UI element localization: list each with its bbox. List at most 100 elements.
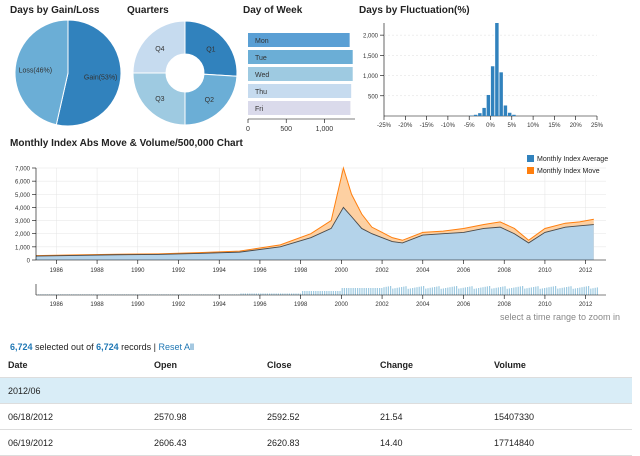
col-close-header[interactable]: Close xyxy=(259,352,372,378)
fluct-y-tick-label: 500 xyxy=(368,94,379,100)
weekday-bar-label: Tue xyxy=(255,55,267,62)
monthly-x-tick-label: 1988 xyxy=(90,268,104,274)
volume-bar xyxy=(443,288,444,295)
range-hint: select a time range to zoom in xyxy=(500,312,620,322)
cell-close: 2592.52 xyxy=(259,404,372,430)
table-row[interactable]: 06/19/2012 2606.43 2620.83 14.40 1771484… xyxy=(0,430,632,456)
volume-bar xyxy=(324,291,325,295)
volume-bar xyxy=(496,288,497,295)
range-x-tick-label: 1988 xyxy=(90,302,104,308)
col-volume-header[interactable]: Volume xyxy=(486,352,632,378)
volume-bar xyxy=(377,288,378,295)
volume-bar xyxy=(469,287,470,295)
volume-bar xyxy=(529,288,530,295)
volume-bar xyxy=(445,288,446,295)
range-x-tick-label: 1990 xyxy=(131,302,145,308)
monthly-x-tick-label: 1994 xyxy=(213,268,227,274)
group-row: 2012/06 xyxy=(0,378,632,404)
volume-bar xyxy=(540,289,541,295)
volume-bar xyxy=(317,291,318,295)
col-open-header[interactable]: Open xyxy=(146,352,259,378)
table-row[interactable]: 06/18/2012 2570.98 2592.52 21.54 1540733… xyxy=(0,404,632,430)
range-x-tick-label: 2004 xyxy=(416,302,430,308)
fluct-y-tick-label: 1,500 xyxy=(363,54,379,60)
volume-bar xyxy=(412,288,413,295)
donut-slice-label: Q1 xyxy=(206,47,215,54)
monthly-x-tick-label: 1998 xyxy=(294,268,308,274)
volume-bar xyxy=(350,288,351,295)
cell-date: 06/19/2012 xyxy=(0,430,146,456)
volume-bar xyxy=(337,291,338,295)
volume-bar xyxy=(353,288,354,295)
cell-open: 2570.98 xyxy=(146,404,259,430)
volume-bar xyxy=(344,288,345,295)
volume-bar xyxy=(401,287,402,295)
volume-bar xyxy=(500,287,501,295)
volume-bar xyxy=(520,286,521,295)
volume-bar xyxy=(449,287,450,295)
volume-bar xyxy=(355,288,356,295)
volume-bar xyxy=(361,288,362,295)
monthly-x-tick-label: 1990 xyxy=(131,268,145,274)
group-label: 2012/06 xyxy=(0,378,632,404)
volume-bar xyxy=(322,291,323,295)
cell-open: 2606.43 xyxy=(146,430,259,456)
col-change-header[interactable]: Change xyxy=(372,352,486,378)
volume-bar xyxy=(555,286,556,295)
monthly-x-tick-label: 1996 xyxy=(253,268,267,274)
cell-date: 06/18/2012 xyxy=(0,404,146,430)
volume-bar xyxy=(414,288,415,295)
fluct-bar xyxy=(491,66,494,116)
volume-bar xyxy=(548,287,549,295)
volume-bar xyxy=(394,288,395,295)
cell-close: 2620.83 xyxy=(259,430,372,456)
reset-all-link[interactable]: Reset All xyxy=(158,342,194,352)
volume-bar xyxy=(306,291,307,295)
volume-bar xyxy=(419,287,420,295)
volume-bar xyxy=(595,288,596,295)
volume-bar xyxy=(421,286,422,295)
volume-bar xyxy=(537,286,538,295)
fluct-bar xyxy=(487,95,490,116)
volume-bar xyxy=(522,286,523,295)
fluct-bar xyxy=(512,115,515,116)
weekday-bar-label: Wed xyxy=(255,72,269,79)
status-mid-text: selected out of xyxy=(33,342,97,352)
volume-bar xyxy=(570,286,571,295)
volume-bar xyxy=(304,291,305,295)
volume-bar xyxy=(487,286,488,295)
volume-bar xyxy=(584,287,585,295)
fluct-bar xyxy=(504,105,507,116)
cell-volume: 15407330 xyxy=(486,404,632,430)
range-x-tick-label: 1992 xyxy=(172,302,186,308)
monthly-y-tick-label: 1,000 xyxy=(15,245,31,251)
col-date-header[interactable]: Date xyxy=(0,352,146,378)
weekday-x-tick-label: 0 xyxy=(246,126,250,133)
volume-bar xyxy=(588,286,589,295)
monthly-x-tick-label: 2012 xyxy=(579,268,593,274)
cell-change: 14.40 xyxy=(372,430,486,456)
range-x-tick-label: 2000 xyxy=(335,302,349,308)
monthly-y-tick-label: 5,000 xyxy=(15,193,31,199)
volume-bar xyxy=(509,288,510,295)
monthly-y-tick-label: 2,000 xyxy=(15,232,31,238)
volume-bar xyxy=(504,286,505,295)
volume-bar xyxy=(463,288,464,295)
weekday-bar-label: Mon xyxy=(255,38,269,45)
volume-bar xyxy=(507,289,508,295)
fluct-x-tick-label: -15% xyxy=(420,123,435,129)
fluct-x-tick-label: 20% xyxy=(570,123,583,129)
selected-count: 6,724 xyxy=(10,342,33,352)
volume-bar xyxy=(491,289,492,295)
fluct-bar xyxy=(478,113,481,116)
weekday-bar-label: Thu xyxy=(255,89,267,96)
volume-bar xyxy=(339,291,340,295)
volume-bar xyxy=(485,287,486,295)
volume-bar xyxy=(458,289,459,295)
volume-bar xyxy=(581,287,582,295)
data-table: Date Open Close Change Volume 2012/06 06… xyxy=(0,352,632,456)
fluct-y-tick-label: 1,000 xyxy=(363,74,379,80)
volume-bar xyxy=(573,289,574,295)
donut-slice-label: Q2 xyxy=(205,97,214,104)
volume-bar xyxy=(397,288,398,295)
